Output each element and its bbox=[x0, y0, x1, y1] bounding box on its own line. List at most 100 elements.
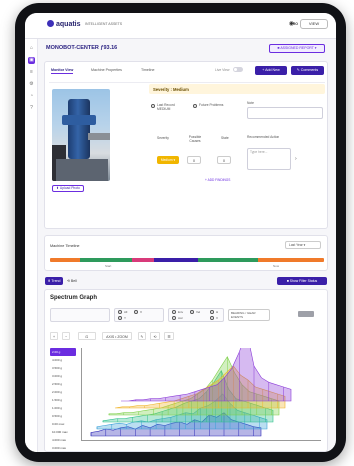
chevron-right-icon[interactable]: › bbox=[295, 156, 297, 162]
frequency-item[interactable]: 2.00 g bbox=[50, 348, 76, 356]
frequency-item[interactable]: 10.000 max bbox=[50, 428, 76, 436]
home-icon[interactable]: ⌂ bbox=[28, 45, 35, 52]
frequency-item[interactable]: 1.000 g bbox=[50, 404, 76, 412]
possible-causes-stepper[interactable]: 0 bbox=[187, 156, 201, 164]
severity-banner: Severity : Medium bbox=[149, 84, 325, 94]
spectrum-toolbar: + − ⊡ AXIS • ZOOM ✎ ⟲ ☰ bbox=[50, 332, 250, 340]
severity-chip[interactable]: Medium ▾ bbox=[157, 156, 179, 164]
frequency-item[interactable]: 2.500 g bbox=[50, 380, 76, 388]
divider bbox=[49, 82, 325, 83]
timeline-segment[interactable] bbox=[80, 258, 133, 262]
filter-a-label-1: All bbox=[124, 310, 128, 314]
state-stepper[interactable]: 0 bbox=[217, 156, 231, 164]
frequency-item[interactable]: 0.500 g bbox=[50, 412, 76, 420]
reset-icon[interactable]: ⟲ bbox=[150, 332, 160, 340]
timeline-segment[interactable] bbox=[197, 258, 259, 262]
filter-b-radio-2[interactable] bbox=[190, 310, 194, 314]
frequency-item[interactable]: 4.000 max bbox=[50, 436, 76, 444]
spectrum-title: Spectrum Graph bbox=[50, 295, 98, 301]
filter-b-label-3: Acc bbox=[178, 316, 184, 320]
bearing-events-select[interactable]: BEARING / GEAR EVENTS bbox=[228, 309, 270, 321]
user-menu-button[interactable]: VIEW bbox=[300, 19, 328, 29]
screen: aquatis INTELLIGENT ASSETS ◉ PRO VIEW ⌂ … bbox=[25, 13, 336, 452]
frequency-item[interactable]: 1.500 g bbox=[50, 396, 76, 404]
spectrum-filter-row: All X Y Env Vel Acc H V BEARING / GEAR E… bbox=[50, 308, 324, 326]
assigned-report-dropdown[interactable]: ■ ASSIGNED REPORT ▾ bbox=[269, 44, 325, 53]
spectrum-graph-card: Spectrum Graph All X Y Env Vel Acc H V B… bbox=[44, 289, 328, 452]
app-tagline: INTELLIGENT ASSETS bbox=[85, 22, 123, 26]
filter-b-label-1: Env bbox=[178, 310, 184, 314]
axis-zoom-button[interactable]: AXIS • ZOOM bbox=[102, 332, 132, 340]
filter-b-radio-1[interactable] bbox=[172, 310, 176, 314]
frequency-item[interactable]: 3.000 max bbox=[50, 444, 76, 452]
frequency-item[interactable]: 3.500 g bbox=[50, 364, 76, 372]
edit-icon[interactable]: ✎ bbox=[138, 332, 146, 340]
app-logo[interactable]: aquatis bbox=[47, 20, 81, 28]
machine-timeline-card: Machine Timeline Last Year ▾ Start Now bbox=[44, 235, 328, 271]
timeline-bar[interactable] bbox=[50, 258, 324, 262]
comments-button[interactable]: ✎ Comments bbox=[291, 66, 324, 75]
settings-icon[interactable]: ⚙ bbox=[28, 81, 35, 88]
filter-c-radio-1[interactable] bbox=[210, 310, 214, 314]
user-icon[interactable]: ◔ bbox=[28, 93, 35, 100]
monitor-icon[interactable]: ▣ bbox=[28, 57, 35, 64]
bell-link[interactable]: ⟲ Bell bbox=[67, 279, 77, 283]
frequency-item[interactable]: 0.00 max bbox=[50, 420, 76, 428]
notes-input[interactable] bbox=[247, 107, 323, 119]
frequency-item[interactable]: 4.000 g bbox=[50, 356, 76, 364]
menu-icon[interactable]: ☰ bbox=[164, 332, 174, 340]
spectrum-svg bbox=[90, 348, 292, 437]
notes-label: Note bbox=[247, 101, 254, 105]
filter-a-label-2: X bbox=[140, 310, 143, 314]
spectrum-plot[interactable] bbox=[81, 348, 321, 446]
chart-icon[interactable]: ≡ bbox=[28, 69, 35, 76]
filter-a-radio-2[interactable] bbox=[134, 310, 138, 314]
add-new-button[interactable]: + Add New bbox=[255, 66, 287, 75]
trend-button[interactable]: ⬆ Trend bbox=[45, 277, 63, 285]
live-view-label: Live View bbox=[215, 68, 230, 72]
filter-c-radio-2[interactable] bbox=[210, 316, 214, 320]
machine-photo bbox=[52, 89, 110, 181]
filter-a-label-3: Y bbox=[124, 316, 127, 320]
last-record-radio[interactable] bbox=[151, 104, 155, 108]
recommended-action-input[interactable]: Type here... bbox=[247, 148, 291, 170]
logo-icon bbox=[47, 20, 54, 27]
zoom-out-button[interactable]: − bbox=[62, 332, 70, 340]
possible-causes-label: Possible Causes bbox=[188, 135, 202, 143]
apply-filter-button[interactable] bbox=[298, 311, 314, 317]
help-icon[interactable]: ? bbox=[28, 105, 35, 112]
filter-b-label-2: Vel bbox=[196, 310, 201, 314]
timeline-segment[interactable] bbox=[258, 258, 324, 262]
timeline-title: Machine Timeline bbox=[50, 244, 80, 248]
timeline-segment[interactable] bbox=[132, 258, 155, 262]
filter-b-radio-3[interactable] bbox=[172, 316, 176, 320]
timeline-segment[interactable] bbox=[50, 258, 81, 262]
future-problems-label: Future Problems bbox=[199, 103, 224, 107]
pro-label: PRO bbox=[290, 22, 298, 26]
tab-monitor-view[interactable]: Monitor View bbox=[51, 68, 74, 74]
add-findings-link[interactable]: + ADD FINDINGS bbox=[205, 178, 230, 182]
tab-timeline[interactable]: Timeline bbox=[141, 68, 154, 72]
filter-a-radio-1[interactable] bbox=[118, 310, 122, 314]
plot-x-axis bbox=[81, 440, 321, 441]
asset-title: MONOBOT-CENTER ƒ93.16 bbox=[46, 45, 118, 51]
severity-title: Severity : Medium bbox=[153, 87, 189, 92]
filter-a-radio-3[interactable] bbox=[118, 316, 122, 320]
frequency-item[interactable]: 3.000 g bbox=[50, 372, 76, 380]
timeline-tick-end: Now bbox=[273, 264, 280, 268]
severity-label: Severity bbox=[157, 136, 169, 140]
left-rail: ⌂ ▣ ≡ ⚙ ◔ ? bbox=[25, 39, 38, 452]
frequency-item[interactable]: 2.000 g bbox=[50, 388, 76, 396]
timeline-tick-start: Start bbox=[105, 264, 112, 268]
live-view-toggle[interactable] bbox=[233, 67, 243, 72]
fit-button[interactable]: ⊡ bbox=[78, 332, 96, 340]
timeline-range-select[interactable]: Last Year ▾ bbox=[285, 241, 321, 249]
timeline-segment[interactable] bbox=[154, 258, 198, 262]
recommended-action-label: Recommended Action bbox=[247, 135, 280, 139]
show-filter-status-button[interactable]: ■ Show Filter Status bbox=[277, 277, 327, 285]
upload-photo-button[interactable]: ⬆ Upload Photo bbox=[52, 185, 84, 192]
zoom-in-button[interactable]: + bbox=[50, 332, 58, 340]
tab-machine-properties[interactable]: Machine Properties bbox=[91, 68, 122, 72]
future-problems-radio[interactable] bbox=[193, 104, 197, 108]
filter-group-axis bbox=[50, 308, 110, 322]
